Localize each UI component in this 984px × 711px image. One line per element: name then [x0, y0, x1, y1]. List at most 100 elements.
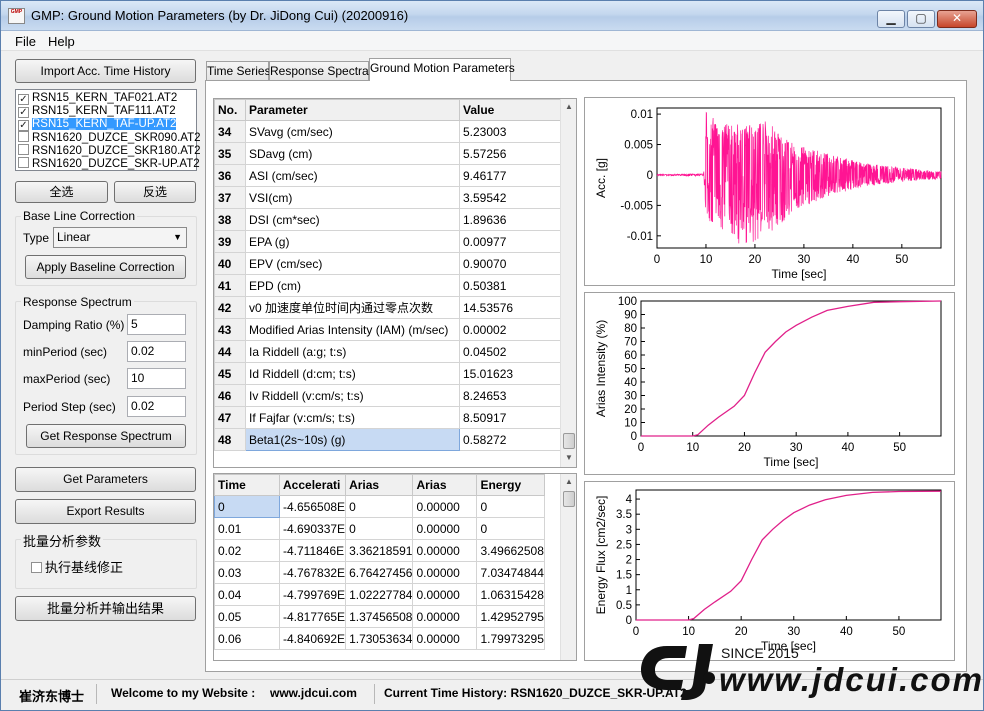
series-cell[interactable]: 0.00000 — [412, 495, 478, 518]
series-cell[interactable]: 0 — [345, 495, 414, 518]
row-number[interactable]: 45 — [214, 362, 246, 385]
series-cell[interactable]: 0.00000 — [412, 627, 478, 650]
damping-input[interactable]: 5 — [127, 314, 186, 335]
row-number[interactable]: 35 — [214, 142, 246, 165]
parameter-value-cell[interactable]: 5.23003 — [459, 120, 562, 143]
parameter-value-cell[interactable]: 8.50917 — [459, 406, 562, 429]
series-cell[interactable]: 0 — [476, 495, 545, 518]
get-response-spectrum-button[interactable]: Get Response Spectrum — [26, 424, 186, 448]
series-cell[interactable]: 1.73053634 — [345, 627, 414, 650]
series-cell[interactable]: 0.05 — [214, 605, 280, 628]
series-cell[interactable]: 0.02 — [214, 539, 280, 562]
row-number[interactable]: 44 — [214, 340, 246, 363]
series-cell[interactable]: 0.03 — [214, 561, 280, 584]
file-item-1[interactable]: ✓ RSN15_KERN_TAF021.AT2 — [18, 92, 177, 105]
scroll-up-icon[interactable]: ▲ — [561, 99, 576, 115]
file-item-2[interactable]: ✓ RSN15_KERN_TAF111.AT2 — [18, 105, 176, 118]
series-grid[interactable]: Time Accelerati Arias Arias Energy 0 -4.6… — [213, 473, 577, 661]
series-cell[interactable]: 1.42952795 — [476, 605, 545, 628]
series-cell[interactable]: 0 — [476, 517, 545, 540]
checkbox-icon[interactable] — [31, 562, 42, 573]
checkbox-checked-icon[interactable]: ✓ — [18, 94, 29, 105]
series-cell[interactable]: 3.36218591 — [345, 539, 414, 562]
row-number[interactable]: 46 — [214, 384, 246, 407]
apply-baseline-button[interactable]: Apply Baseline Correction — [25, 255, 186, 279]
select-all-button[interactable]: 全选 — [15, 181, 108, 203]
col-header-arias-pct[interactable]: Arias — [412, 474, 478, 496]
minperiod-input[interactable]: 0.02 — [127, 341, 186, 362]
table-row[interactable]: 48 Beta1(2s~10s) (g) 0.58272 — [214, 428, 562, 451]
parameter-value-cell[interactable]: 0.04502 — [459, 340, 562, 363]
parameter-name-cell[interactable]: EPA (g) — [245, 230, 460, 253]
maxperiod-input[interactable]: 10 — [127, 368, 186, 389]
col-header-time[interactable]: Time — [214, 474, 280, 496]
parameter-value-cell[interactable]: 0.00977 — [459, 230, 562, 253]
batch-baseline-checkbox[interactable]: 执行基线修正 — [31, 557, 123, 576]
series-cell[interactable]: -4.767832E — [278, 561, 347, 584]
row-number[interactable]: 38 — [214, 208, 246, 231]
series-cell[interactable]: 0 — [345, 517, 414, 540]
batch-analyze-button[interactable]: 批量分析并输出结果 — [15, 596, 196, 621]
parameter-name-cell[interactable]: v0 加速度单位时间内通过零点次数 — [245, 296, 460, 319]
series-cell[interactable]: 0 — [214, 495, 280, 518]
checkbox-icon[interactable] — [18, 157, 29, 168]
scroll-down-icon[interactable]: ▼ — [561, 450, 576, 466]
series-cell[interactable]: 0.00000 — [412, 605, 478, 628]
parameter-name-cell[interactable]: Id Riddell (d:cm; t:s) — [245, 362, 460, 385]
table-row[interactable]: 47 If Fajfar (v:cm/s; t:s) 8.50917 — [214, 406, 562, 429]
file-item-3[interactable]: ✓ RSN15_KERN_TAF-UP.AT2 — [18, 118, 177, 131]
parameters-grid[interactable]: No. Parameter Value 34 SVavg (cm/sec) 5.23… — [213, 98, 577, 468]
series-cell[interactable]: -4.656508E — [278, 495, 347, 518]
title-bar[interactable]: GMP GMP: Ground Motion Parameters (by Dr… — [1, 1, 983, 31]
series-cell[interactable]: 0.00000 — [412, 561, 478, 584]
series-cell[interactable]: -4.840692E — [278, 627, 347, 650]
table-row[interactable]: 0 -4.656508E 0 0.00000 0 — [214, 495, 545, 518]
col-header-value[interactable]: Value — [459, 99, 562, 121]
parameter-value-cell[interactable]: 3.59542 — [459, 186, 562, 209]
table-row[interactable]: 44 Ia Riddell (a:g; t:s) 0.04502 — [214, 340, 562, 363]
table-row[interactable]: 42 v0 加速度单位时间内通过零点次数 14.53576 — [214, 296, 562, 319]
parameter-name-cell[interactable]: Iv Riddell (v:cm/s; t:s) — [245, 384, 460, 407]
row-number[interactable]: 37 — [214, 186, 246, 209]
parameter-name-cell[interactable]: EPD (cm) — [245, 274, 460, 297]
scroll-thumb[interactable] — [563, 433, 575, 449]
parameter-value-cell[interactable]: 0.50381 — [459, 274, 562, 297]
series-cell[interactable]: -4.799769E — [278, 583, 347, 606]
menu-help[interactable]: Help — [48, 34, 75, 49]
maximize-button[interactable]: ▢ — [907, 10, 935, 28]
row-number[interactable]: 41 — [214, 274, 246, 297]
table-row[interactable]: 0.02 -4.711846E 3.36218591 0.00000 3.4966250… — [214, 539, 545, 562]
series-cell[interactable]: 1.79973295 — [476, 627, 545, 650]
series-cell[interactable]: 6.76427456 — [345, 561, 414, 584]
parameter-value-cell[interactable]: 15.01623 — [459, 362, 562, 385]
parameter-value-cell[interactable]: 0.00002 — [459, 318, 562, 341]
table-row[interactable]: 0.06 -4.840692E 1.73053634 0.00000 1.7997329… — [214, 627, 545, 650]
series-cell[interactable]: 1.06315428 — [476, 583, 545, 606]
col-header-acceleration[interactable]: Accelerati — [278, 474, 347, 496]
checkbox-checked-icon[interactable]: ✓ — [18, 120, 29, 131]
col-header-no[interactable]: No. — [214, 99, 246, 121]
checkbox-checked-icon[interactable]: ✓ — [18, 107, 29, 118]
series-cell[interactable]: 0.01 — [214, 517, 280, 540]
close-button[interactable]: ✕ — [937, 10, 977, 28]
series-cell[interactable]: -4.711846E — [278, 539, 347, 562]
parameter-name-cell[interactable]: ASI (cm/sec) — [245, 164, 460, 187]
row-number[interactable]: 39 — [214, 230, 246, 253]
parameter-value-cell[interactable]: 0.90070 — [459, 252, 562, 275]
file-item-4[interactable]: RSN1620_DUZCE_SKR090.AT2 — [18, 131, 201, 144]
table-row[interactable]: 46 Iv Riddell (v:cm/s; t:s) 8.24653 — [214, 384, 562, 407]
table-row[interactable]: 40 EPV (cm/sec) 0.90070 — [214, 252, 562, 275]
series-cell[interactable]: -4.817765E — [278, 605, 347, 628]
tab-response-spectra[interactable]: Response Spectra — [269, 61, 369, 81]
series-cell[interactable]: 1.37456508 — [345, 605, 414, 628]
series-cell[interactable]: 3.49662508 — [476, 539, 545, 562]
import-button[interactable]: Import Acc. Time History — [15, 59, 196, 83]
row-number[interactable]: 43 — [214, 318, 246, 341]
table-row[interactable]: 39 EPA (g) 0.00977 — [214, 230, 562, 253]
table-row[interactable]: 38 DSI (cm*sec) 1.89636 — [214, 208, 562, 231]
export-results-button[interactable]: Export Results — [15, 499, 196, 524]
get-parameters-button[interactable]: Get Parameters — [15, 467, 196, 492]
table-row[interactable]: 0.01 -4.690337E 0 0.00000 0 — [214, 517, 545, 540]
parameter-value-cell[interactable]: 14.53576 — [459, 296, 562, 319]
parameter-value-cell[interactable]: 5.57256 — [459, 142, 562, 165]
